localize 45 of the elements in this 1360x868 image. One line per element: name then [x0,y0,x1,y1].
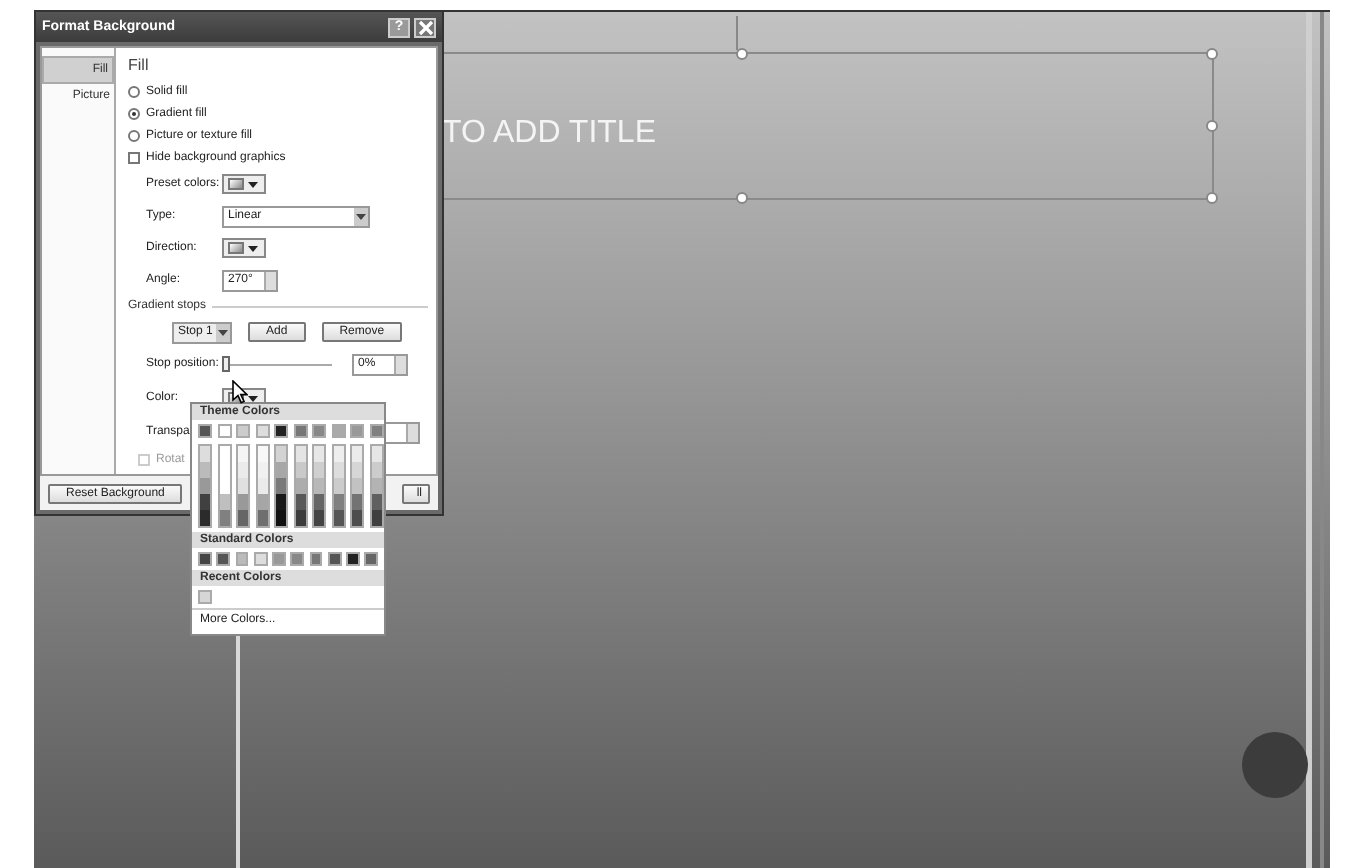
shade-column[interactable] [369,444,383,528]
caret-icon [218,329,228,335]
color-swatch[interactable] [216,552,230,566]
color-swatch[interactable] [236,424,250,438]
color-swatch[interactable] [293,424,307,438]
color-swatch[interactable] [346,552,360,566]
color-swatch[interactable] [350,424,364,438]
caret-icon [356,213,366,219]
color-swatch[interactable] [198,552,212,566]
section-heading: Fill [128,56,151,74]
shade-column[interactable] [312,444,326,528]
shade-column[interactable] [198,444,212,528]
caret-icon [248,245,258,251]
color-swatch[interactable] [331,424,345,438]
color-swatch[interactable] [290,552,304,566]
shade-column[interactable] [293,444,307,528]
transparency-spinbox[interactable] [384,421,420,443]
color-swatch[interactable] [253,552,267,566]
color-swatch[interactable] [272,552,286,566]
preset-colors-button[interactable] [222,174,266,194]
close-button[interactable] [414,17,436,37]
color-swatch[interactable] [364,552,378,566]
radio-button[interactable] [128,85,140,97]
radio-button[interactable] [128,129,140,141]
circle-shape [1242,732,1308,798]
color-swatch[interactable] [312,424,326,438]
color-swatch[interactable] [198,590,212,604]
color-swatch[interactable] [369,424,383,438]
title-placeholder-text: TO ADD TITLE [442,116,656,152]
color-swatch[interactable] [255,424,269,438]
shade-column[interactable] [274,444,288,528]
color-swatch[interactable] [217,424,231,438]
color-swatch[interactable] [274,424,288,438]
shade-column[interactable] [331,444,345,528]
radio-button[interactable] [128,107,140,119]
direction-button[interactable] [222,238,266,258]
shade-column[interactable] [350,444,364,528]
color-swatch[interactable] [309,552,323,566]
close-icon [417,19,433,35]
checkbox[interactable] [128,151,140,163]
color-swatch[interactable] [327,552,341,566]
color-swatch[interactable] [198,424,212,438]
color-swatch[interactable] [235,552,249,566]
caret-icon [248,181,258,187]
slider-thumb[interactable] [222,355,230,371]
